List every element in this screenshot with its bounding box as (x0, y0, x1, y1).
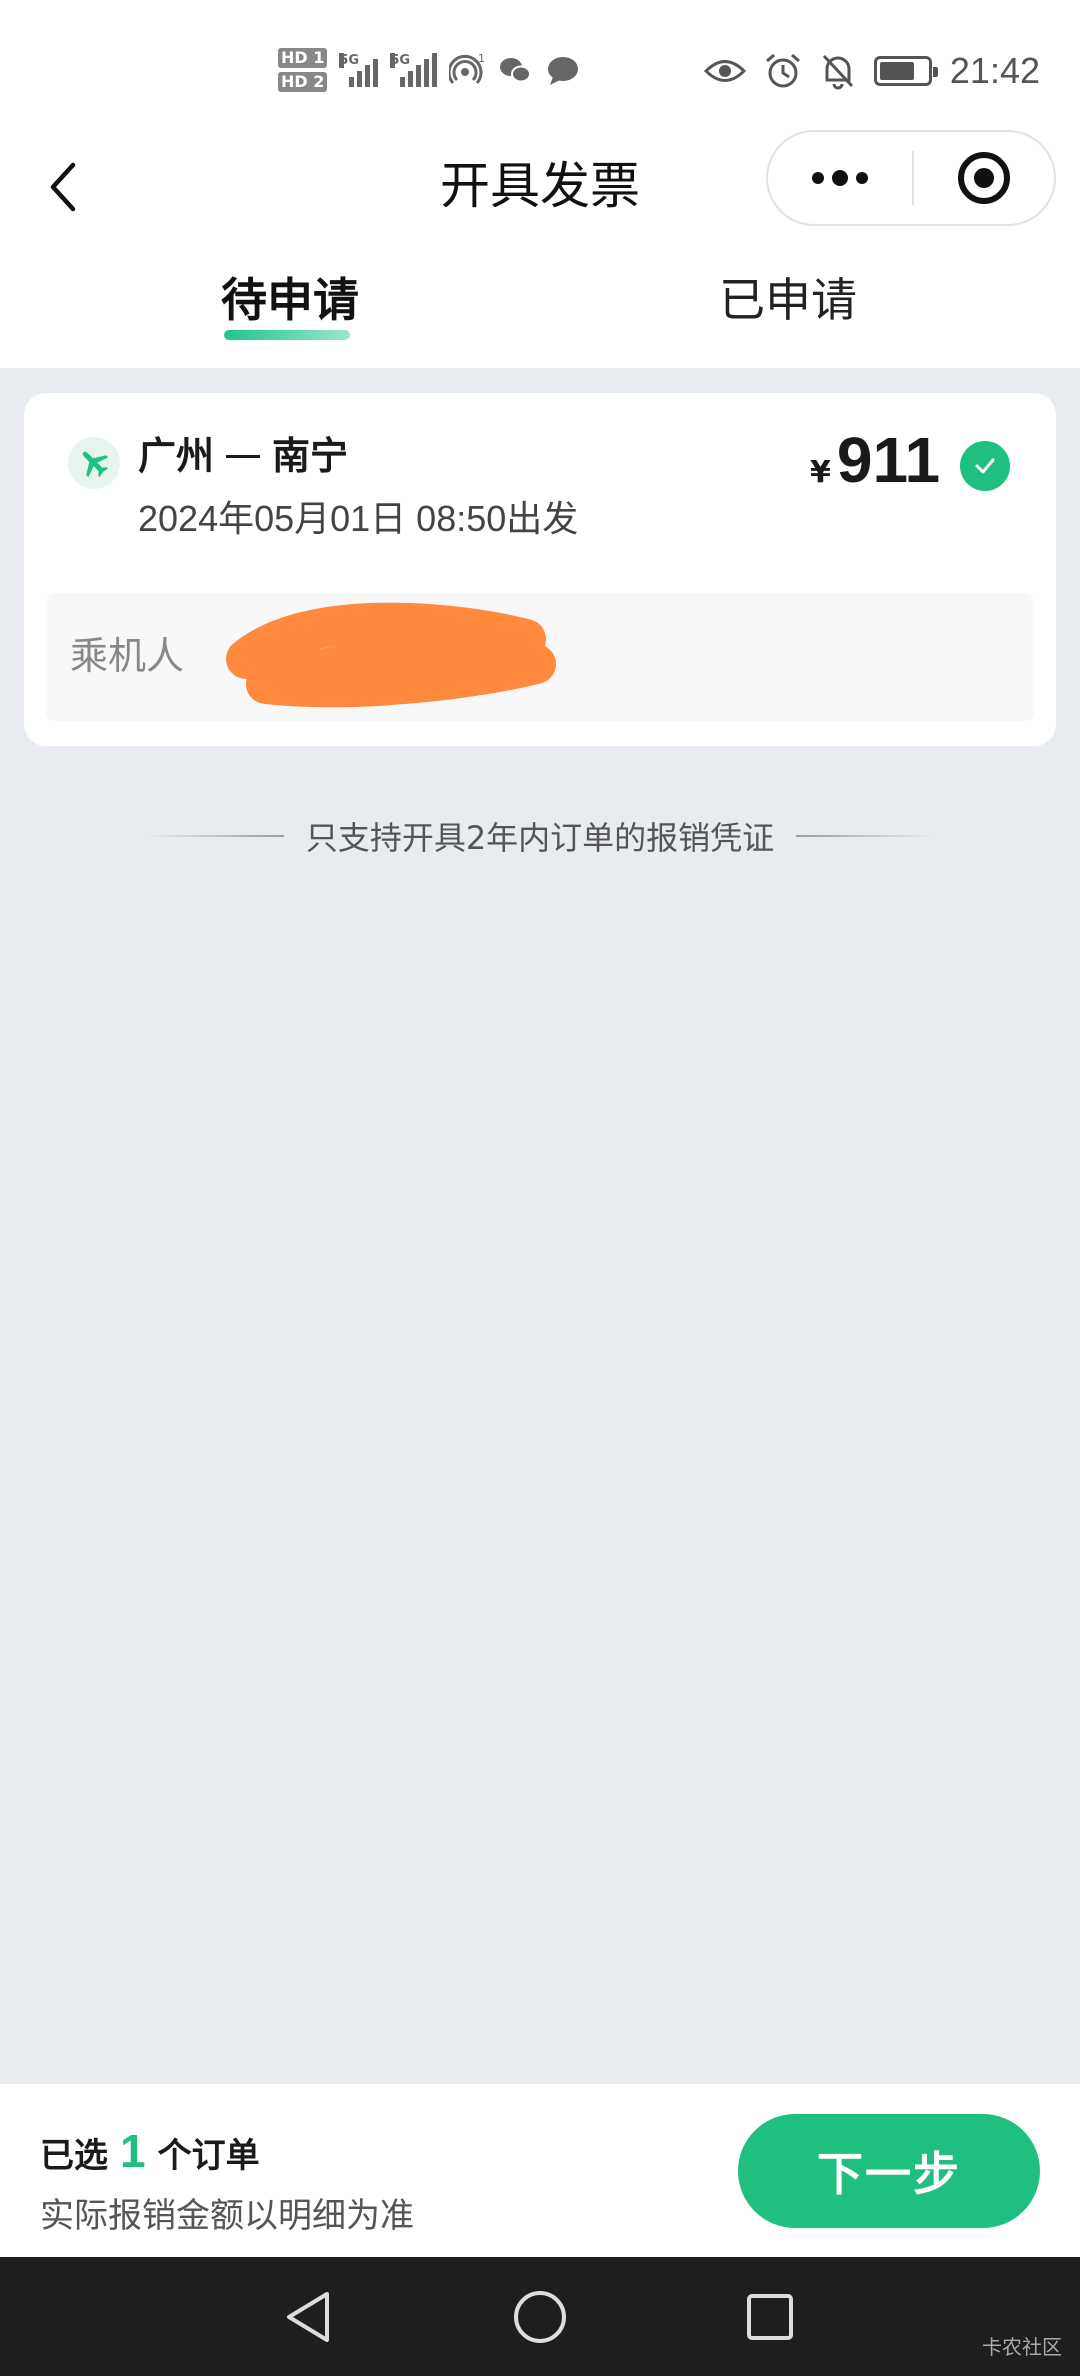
selected-count: 1 (120, 2125, 146, 2177)
tab-pending[interactable]: 待申请 (210, 272, 370, 342)
wechat-icon (500, 58, 532, 83)
clock: 21:42 (949, 50, 1040, 91)
plane-icon (68, 437, 120, 489)
system-nav-bar: 卡农社区 (0, 2257, 1080, 2376)
bottom-action-bar: 已选 1 个订单 实际报销金额以明细为准 下一步 (0, 2084, 1080, 2257)
sim2-hd-badge: HD 2 (278, 72, 328, 92)
select-checkbox[interactable] (960, 441, 1010, 491)
passenger-label: 乘机人 (70, 634, 185, 678)
tab-bar: 待申请 已申请 (0, 246, 1080, 368)
sim1-hd-badge: HD 1 (278, 48, 328, 68)
note-text: 只支持开具2年内订单的报销凭证 (305, 819, 775, 857)
square-recents-icon (747, 2294, 793, 2340)
selected-prefix: 已选 (40, 2136, 108, 2176)
system-home-button[interactable] (508, 2285, 572, 2349)
price-amount: 911 (836, 424, 941, 496)
departure-time: 2024年05月01日 08:50出发 (138, 498, 579, 539)
target-icon (958, 152, 1010, 204)
note-divider-right (796, 835, 933, 837)
hotspot-icon: 1 (449, 52, 485, 84)
watermark: 卡农社区 (982, 2335, 1062, 2359)
miniprogram-capsule (766, 130, 1056, 226)
route-from: 广州 (138, 434, 215, 478)
redaction-scribble (226, 602, 556, 708)
selected-suffix: 个订单 (157, 2136, 260, 2176)
active-tab-indicator (224, 330, 350, 340)
next-step-button[interactable]: 下一步 (738, 2114, 1040, 2228)
status-right-icons: 21:42 (703, 46, 1040, 96)
triangle-back-icon (287, 2292, 329, 2342)
price-currency: ¥ (810, 455, 831, 490)
tab-pending-label: 待申请 (221, 273, 359, 327)
signal-1-icon: 5G (339, 53, 379, 87)
order-price: ¥ 911 (810, 423, 940, 497)
passenger-row: 乘机人 (46, 593, 1034, 721)
svg-text:1: 1 (478, 52, 485, 65)
eye-icon (703, 60, 746, 82)
amount-hint: 实际报销金额以明细为准 (40, 2196, 414, 2236)
circle-home-icon (514, 2291, 566, 2343)
nav-bar: 开具发票 (0, 130, 1080, 246)
status-bar: HD 1 HD 2 5G 5G 1 21:42 (0, 0, 1080, 130)
note-divider-left (147, 835, 284, 837)
order-card[interactable]: 广州 南宁 2024年05月01日 08:50出发 ¥ 911 乘机人 (24, 393, 1056, 746)
battery-icon (873, 56, 938, 86)
system-back-button[interactable] (276, 2285, 340, 2349)
system-recents-button[interactable] (738, 2285, 802, 2349)
more-button[interactable] (768, 132, 912, 224)
route-dash (226, 454, 261, 458)
message-icon (548, 57, 579, 85)
close-miniprogram-button[interactable] (914, 132, 1054, 224)
validity-note: 只支持开具2年内订单的报销凭证 (0, 806, 1080, 866)
status-left-icons: HD 1 HD 2 5G 5G 1 (278, 40, 581, 100)
check-icon (975, 458, 995, 474)
bell-muted-icon (822, 54, 854, 90)
route-to: 南宁 (272, 434, 349, 478)
flight-route: 广州 南宁 (138, 431, 348, 481)
selected-summary: 已选 1 个订单 (40, 2124, 260, 2178)
signal-2-icon: 5G (390, 53, 438, 87)
tab-applied[interactable]: 已申请 (708, 272, 868, 342)
alarm-icon (765, 53, 800, 88)
tab-applied-label: 已申请 (719, 273, 857, 327)
